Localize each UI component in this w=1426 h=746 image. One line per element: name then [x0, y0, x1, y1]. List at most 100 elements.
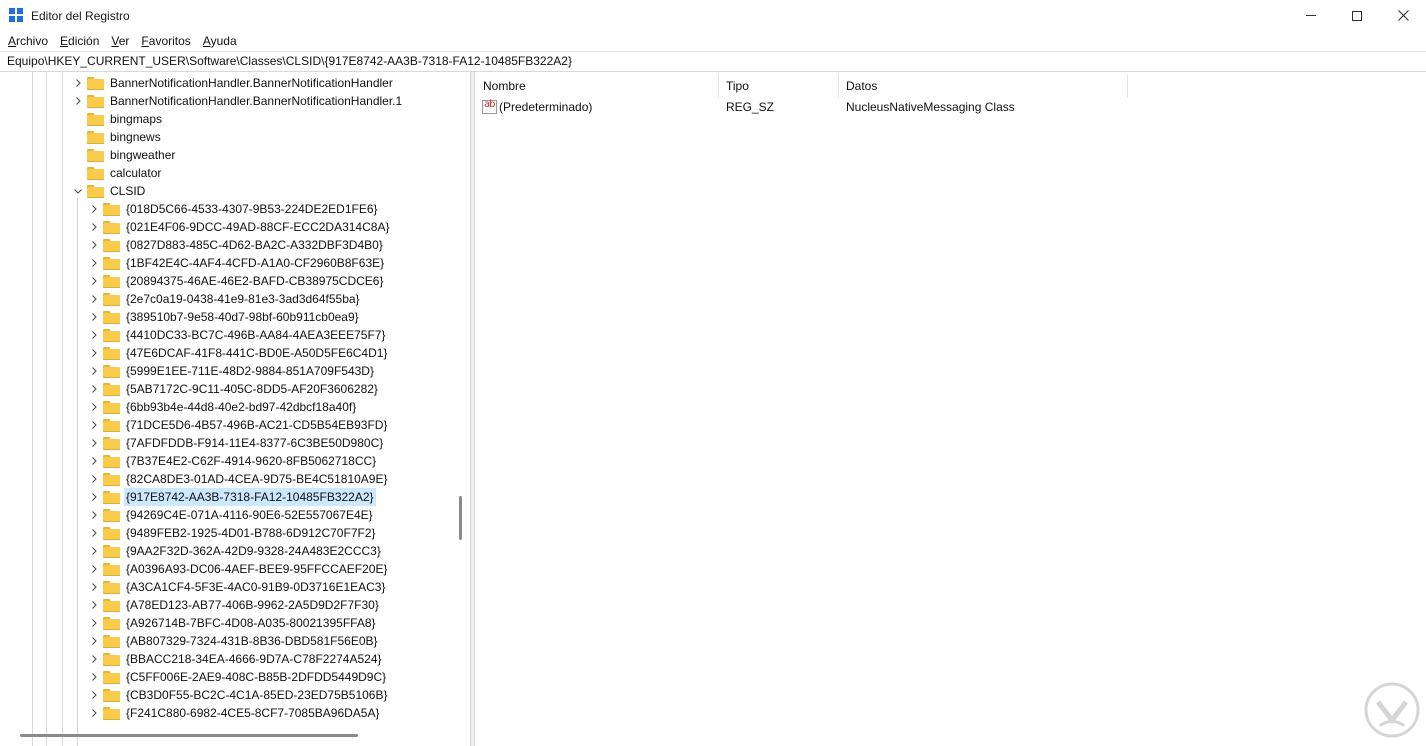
chevron-right-icon[interactable]	[88, 380, 100, 398]
folder-icon	[103, 634, 120, 648]
key-tree[interactable]: BannerNotificationHandler.BannerNotifica…	[0, 72, 471, 746]
menu-archivo[interactable]: Archivo	[2, 31, 54, 51]
tree-node[interactable]: {C5FF006E-2AE9-408C-B85B-2DFDD5449D9C}	[88, 668, 388, 686]
tree-node[interactable]: {20894375-46AE-46E2-BAFD-CB38975CDCE6}	[88, 272, 386, 290]
folder-icon	[103, 580, 120, 594]
chevron-right-icon[interactable]	[72, 92, 84, 110]
tree-node[interactable]: BannerNotificationHandler.BannerNotifica…	[72, 92, 404, 110]
chevron-right-icon[interactable]	[88, 614, 100, 632]
chevron-right-icon[interactable]	[88, 650, 100, 668]
tree-node[interactable]: {AB807329-7324-431B-8B36-DBD581F56E0B}	[88, 632, 380, 650]
folder-icon	[103, 328, 120, 342]
chevron-right-icon[interactable]	[88, 524, 100, 542]
tree-node[interactable]: {2e7c0a19-0438-41e9-81e3-3ad3d64f55ba}	[88, 290, 362, 308]
tree-horizontal-scrollbar[interactable]	[20, 734, 358, 737]
address-bar[interactable]: Equipo\HKEY_CURRENT_USER\Software\Classe…	[0, 51, 1426, 72]
tree-node[interactable]: {BBACC218-34EA-4666-9D7A-C78F2274A524}	[88, 650, 384, 668]
chevron-right-icon[interactable]	[88, 470, 100, 488]
tree-node[interactable]: {389510b7-9e58-40d7-98bf-60b911cb0ea9}	[88, 308, 361, 326]
tree-node[interactable]: CLSID	[72, 182, 147, 200]
tree-node[interactable]: {9AA2F32D-362A-42D9-9328-24A483E2CCC3}	[88, 542, 383, 560]
chevron-right-icon[interactable]	[88, 398, 100, 416]
tree-node[interactable]: {A0396A93-DC06-4AEF-BEE9-95FFCCAEF20E}	[88, 560, 389, 578]
tree-node-label: {7B37E4E2-C62F-4914-9620-8FB5062718CC}	[126, 454, 377, 468]
folder-icon	[103, 364, 120, 378]
tree-node[interactable]: {47E6DCAF-41F8-441C-BD0E-A50D5FE6C4D1}	[88, 344, 389, 362]
chevron-right-icon[interactable]	[72, 74, 84, 92]
folder-icon	[103, 418, 120, 432]
menu-edicion[interactable]: Edición	[54, 31, 105, 51]
tree-node[interactable]: {A78ED123-AB77-406B-9962-2A5D9D2F7F30}	[88, 596, 381, 614]
chevron-right-icon[interactable]	[88, 200, 100, 218]
values-list[interactable]: Nombre Tipo Datos ab (Predeterminado) RE…	[476, 72, 1426, 746]
chevron-right-icon[interactable]	[88, 632, 100, 650]
chevron-right-icon[interactable]	[88, 560, 100, 578]
menu-ayuda[interactable]: Ayuda	[197, 31, 243, 51]
tree-node[interactable]: {5AB7172C-9C11-405C-8DD5-AF20F3606282}	[88, 380, 380, 398]
column-header-data[interactable]: Datos	[839, 74, 1128, 98]
tree-node[interactable]: {021E4F06-9DCC-49AD-88CF-ECC2DA314C8A}	[88, 218, 391, 236]
tree-node[interactable]: {7AFDFDDB-F914-11E4-8377-6C3BE50D980C}	[88, 434, 385, 452]
tree-node[interactable]: {A3CA1CF4-5F3E-4AC0-91B9-0D3716E1EAC3}	[88, 578, 387, 596]
chevron-right-icon[interactable]	[88, 506, 100, 524]
chevron-right-icon[interactable]	[88, 272, 100, 290]
tree-node[interactable]: {4410DC33-BC7C-496B-AA84-4AEA3EEE75F7}	[88, 326, 388, 344]
folder-icon	[103, 688, 120, 702]
folder-icon	[103, 310, 120, 324]
chevron-right-icon[interactable]	[88, 362, 100, 380]
folder-icon	[103, 652, 120, 666]
chevron-right-icon[interactable]	[88, 218, 100, 236]
chevron-right-icon[interactable]	[88, 488, 100, 506]
maximize-button[interactable]	[1334, 0, 1380, 31]
chevron-right-icon[interactable]	[88, 452, 100, 470]
minimize-button[interactable]	[1288, 0, 1334, 31]
tree-node[interactable]: {71DCE5D6-4B57-496B-AC21-CD5B54EB93FD}	[88, 416, 389, 434]
chevron-right-icon[interactable]	[88, 578, 100, 596]
tree-node[interactable]: {0827D883-485C-4D62-BA2C-A332DBF3D4B0}	[88, 236, 385, 254]
chevron-right-icon[interactable]	[88, 416, 100, 434]
menu-ver[interactable]: Ver	[105, 31, 135, 51]
tree-node[interactable]: bingnews	[72, 128, 163, 146]
tree-node[interactable]: bingmaps	[72, 110, 164, 128]
tree-node-label: bingmaps	[110, 112, 163, 126]
chevron-right-icon[interactable]	[88, 668, 100, 686]
chevron-right-icon[interactable]	[88, 326, 100, 344]
tree-node[interactable]: calculator	[72, 164, 163, 182]
close-button[interactable]	[1380, 0, 1426, 31]
tree-node[interactable]: {5999E1EE-711E-48D2-9884-851A709F543D}	[88, 362, 376, 380]
tree-node[interactable]: {018D5C66-4533-4307-9B53-224DE2ED1FE6}	[88, 200, 380, 218]
chevron-down-icon[interactable]	[72, 182, 84, 200]
chevron-right-icon[interactable]	[88, 236, 100, 254]
tree-node[interactable]: {94269C4E-071A-4116-90E6-52E557067E4E}	[88, 506, 375, 524]
tree-node[interactable]: {6bb93b4e-44d8-40e2-bd97-42dbcf18a40f}	[88, 398, 358, 416]
column-header-name[interactable]: Nombre	[476, 74, 719, 98]
chevron-right-icon[interactable]	[88, 704, 100, 722]
column-header-type[interactable]: Tipo	[719, 74, 839, 98]
tree-node[interactable]: {7B37E4E2-C62F-4914-9620-8FB5062718CC}	[88, 452, 378, 470]
tree-vertical-scrollbar[interactable]	[459, 496, 462, 540]
tree-node[interactable]: {917E8742-AA3B-7318-FA12-10485FB322A2}	[88, 488, 376, 506]
tree-node[interactable]: {82CA8DE3-01AD-4CEA-9D75-BE4C51810A9E}	[88, 470, 390, 488]
chevron-right-icon[interactable]	[88, 308, 100, 326]
tree-node[interactable]: {9489FEB2-1925-4D01-B788-6D912C70F7F2}	[88, 524, 378, 542]
chevron-right-icon[interactable]	[88, 596, 100, 614]
folder-icon	[103, 544, 120, 558]
tree-node[interactable]: bingweather	[72, 146, 177, 164]
tree-node-label: {021E4F06-9DCC-49AD-88CF-ECC2DA314C8A}	[126, 220, 390, 234]
tree-node[interactable]: {CB3D0F55-BC2C-4C1A-85ED-23ED75B5106B}	[88, 686, 389, 704]
chevron-right-icon[interactable]	[88, 344, 100, 362]
chevron-right-icon[interactable]	[88, 290, 100, 308]
value-row[interactable]: ab (Predeterminado) REG_SZ NucleusNative…	[476, 98, 1176, 116]
pane-splitter[interactable]	[471, 72, 475, 746]
chevron-right-icon[interactable]	[88, 434, 100, 452]
folder-icon	[103, 202, 120, 216]
tree-node[interactable]: {A926714B-7BFC-4D08-A035-80021395FFA8}	[88, 614, 378, 632]
chevron-right-icon[interactable]	[88, 254, 100, 272]
tree-node[interactable]: BannerNotificationHandler.BannerNotifica…	[72, 74, 395, 92]
tree-node[interactable]: {1BF42E4C-4AF4-4CFD-A1A0-CF2960B8F63E}	[88, 254, 386, 272]
chevron-right-icon[interactable]	[88, 686, 100, 704]
chevron-right-icon[interactable]	[88, 542, 100, 560]
tree-node[interactable]: {F241C880-6982-4CE5-8CF7-7085BA96DA5A}	[88, 704, 382, 722]
menu-favoritos[interactable]: Favoritos	[135, 31, 196, 51]
